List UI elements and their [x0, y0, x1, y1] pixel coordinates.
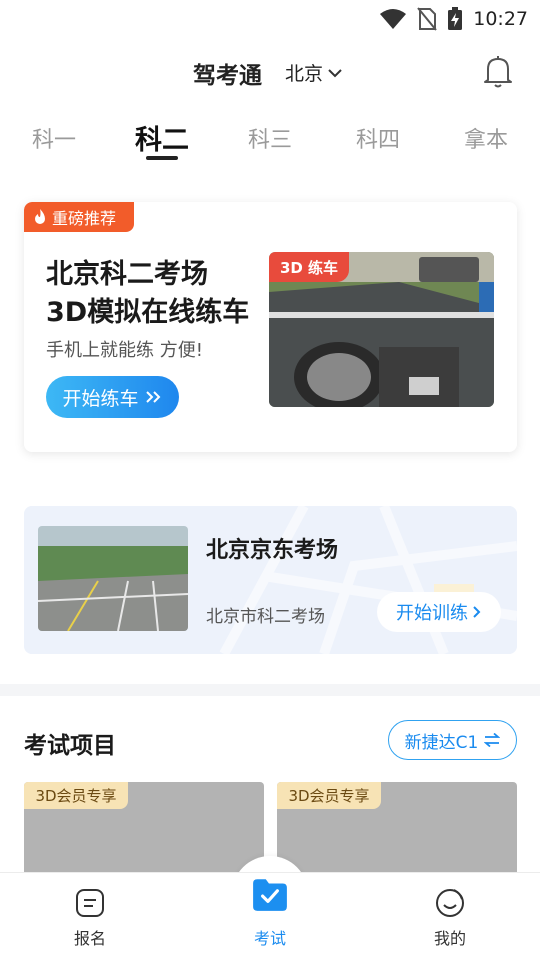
- header: 驾考通 北京: [0, 48, 540, 96]
- tab-get-license[interactable]: 拿本: [464, 122, 508, 154]
- flame-icon: [35, 209, 45, 224]
- city-label: 北京: [285, 63, 324, 85]
- exam-item-card-1[interactable]: 3D会员专享: [24, 782, 264, 877]
- nav-exam-label: 考试: [253, 929, 286, 948]
- nav-signup-label: 报名: [73, 929, 106, 948]
- venue-photo: [38, 526, 188, 631]
- exam-folder-icon: [253, 879, 287, 911]
- section-divider: [0, 684, 540, 696]
- recommend-badge: 重磅推荐: [24, 202, 134, 232]
- status-bar: 10:27: [0, 0, 540, 38]
- tab-subject-4[interactable]: 科四: [356, 122, 400, 154]
- car-model-switch[interactable]: 新捷达C1: [388, 720, 517, 760]
- start-practice-label: 开始练车: [62, 387, 139, 410]
- promo-subtitle: 手机上就能练 方便!: [46, 340, 203, 361]
- bottom-nav: 报名 考试 我的: [0, 872, 540, 960]
- exam-item-card-2[interactable]: 3D会员专享: [277, 782, 517, 877]
- recommend-badge-label: 重磅推荐: [52, 209, 117, 228]
- tab-subject-2[interactable]: 科二: [135, 118, 189, 157]
- venue-name: 北京京东考场: [206, 538, 339, 563]
- double-chevron-right-icon: [145, 391, 160, 403]
- switch-arrows-icon: [484, 733, 501, 747]
- city-selector[interactable]: 北京: [285, 59, 343, 86]
- status-time: 10:27: [473, 8, 528, 30]
- nav-profile-label: 我的: [433, 929, 466, 948]
- start-practice-button[interactable]: 开始练车: [46, 376, 179, 418]
- signup-icon: [76, 889, 104, 917]
- tab-subject-3[interactable]: 科三: [248, 122, 292, 154]
- start-training-label: 开始训练: [396, 603, 468, 624]
- wifi-icon: [380, 9, 407, 29]
- profile-face-icon: [436, 889, 464, 917]
- nav-signup[interactable]: 报名: [40, 873, 140, 960]
- no-sim-icon: [417, 7, 438, 31]
- tab-subject-1[interactable]: 科一: [32, 122, 76, 154]
- 3d-simulator-image: 3D 练车: [269, 252, 494, 407]
- car-model-label: 新捷达C1: [404, 732, 479, 753]
- start-training-button[interactable]: 开始训练: [377, 592, 501, 632]
- subject-tabs: 科一 科二 科三 科四 拿本: [0, 116, 540, 166]
- app-title: 驾考通: [193, 63, 262, 89]
- battery-charging-icon: [448, 7, 463, 30]
- venue-card[interactable]: 北京京东考场 北京市科二考场 开始训练: [24, 506, 517, 654]
- chevron-right-icon: [473, 606, 481, 618]
- tab-active-indicator: [146, 156, 178, 160]
- chevron-down-icon: [328, 68, 342, 77]
- promo-title-line1: 北京科二考场: [46, 259, 208, 290]
- exam-items-title: 考试项目: [24, 733, 116, 759]
- vip-badge: 3D会员专享: [24, 782, 128, 809]
- promo-title: 北京科二考场 3D模拟在线练车: [46, 256, 249, 332]
- promo-title-line2: 3D模拟在线练车: [46, 297, 250, 328]
- nav-profile[interactable]: 我的: [400, 873, 500, 960]
- promo-card[interactable]: 重磅推荐 北京科二考场 3D模拟在线练车 手机上就能练 方便! 开始练车 3D …: [24, 202, 517, 452]
- 3d-practice-tag: 3D 练车: [269, 252, 349, 282]
- bell-icon[interactable]: [482, 54, 514, 88]
- nav-exam[interactable]: 考试: [220, 873, 320, 960]
- venue-subtitle: 北京市科二考场: [206, 607, 325, 627]
- vip-badge: 3D会员专享: [277, 782, 381, 809]
